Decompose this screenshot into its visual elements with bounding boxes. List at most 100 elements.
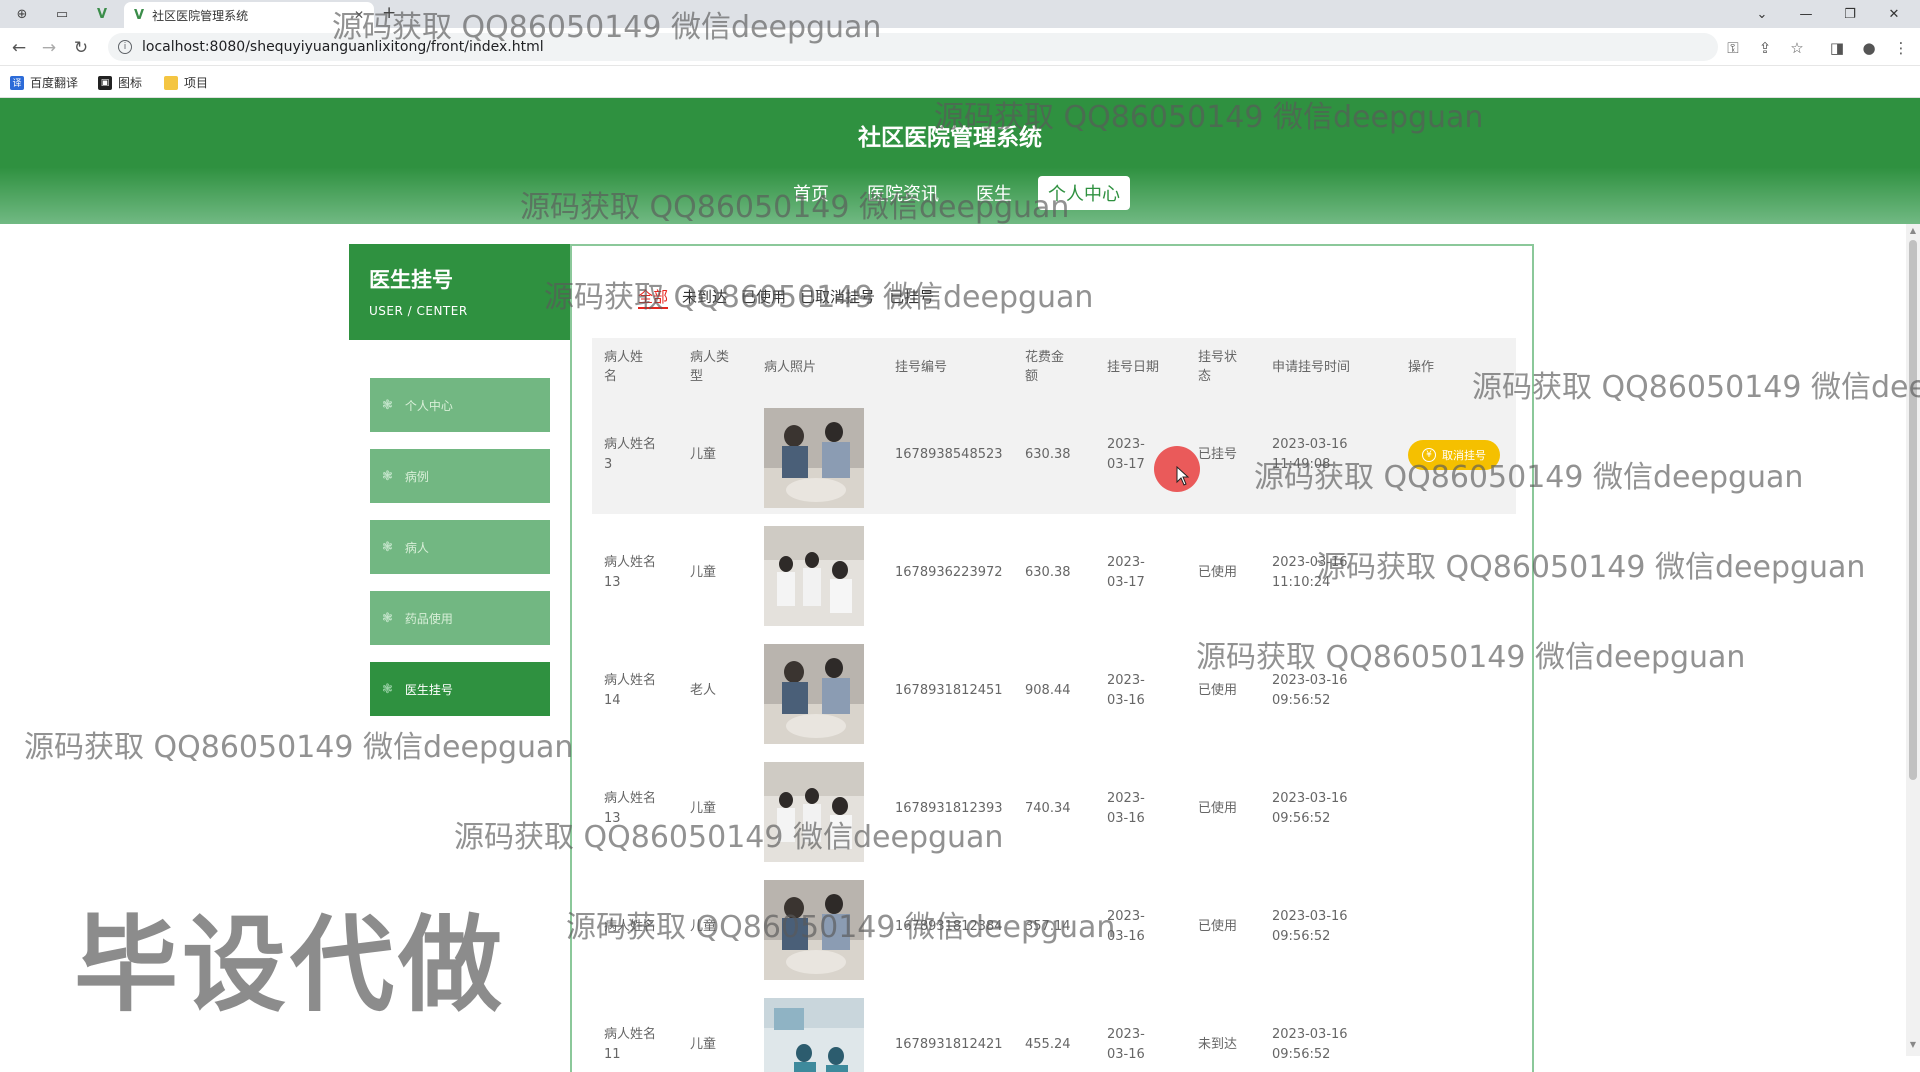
col-action: 操作 xyxy=(1408,359,1435,375)
cell-patient-name: 病人姓名3 xyxy=(604,437,657,472)
bookmark-star-icon[interactable]: ☆ xyxy=(1786,37,1808,59)
bookmark-icons[interactable]: ▣ 图标 xyxy=(98,74,142,91)
watermark-text: 源码获取 QQ86050149 微信deepguan xyxy=(24,730,574,765)
scroll-up-arrow-icon[interactable]: ▲ xyxy=(1908,226,1918,235)
back-icon[interactable]: ← xyxy=(8,37,30,59)
more-menu-icon[interactable]: ⋮ xyxy=(1890,37,1912,59)
site-info-icon[interactable]: i xyxy=(118,40,132,54)
bookmark-baidu-translate[interactable]: 译 百度翻译 xyxy=(10,74,78,91)
restore-window-icon[interactable]: ❐ xyxy=(1828,0,1872,28)
col-registration-number: 挂号编号 xyxy=(895,359,948,375)
sidebar-item-patients[interactable]: ❃ 病人 xyxy=(370,520,550,574)
table-header: 病人姓名 病人类型 病人照片 挂号编号 花费金额 挂号日期 挂号状态 申请挂号时… xyxy=(592,338,1516,396)
watermark-text: 源码获取 QQ86050149 微信deepguan xyxy=(566,910,1116,945)
cell-patient-type: 老人 xyxy=(690,683,717,698)
watermark-text: 源码获取 QQ86050149 微信deepguan xyxy=(1316,550,1866,585)
sidebar-item-label: 病例 xyxy=(404,469,429,484)
cell-patient-type: 儿童 xyxy=(690,1037,717,1052)
cell-cost: 455.24 xyxy=(1025,1037,1071,1052)
col-status: 挂号状态 xyxy=(1198,350,1238,384)
share-icon[interactable]: ⇪ xyxy=(1754,37,1776,59)
cell-patient-name: 病人姓名14 xyxy=(604,673,657,708)
forward-icon[interactable]: → xyxy=(38,37,60,59)
cell-cost: 630.38 xyxy=(1025,447,1071,462)
patient-photo xyxy=(764,998,864,1072)
cell-patient-name: 病人姓名11 xyxy=(604,1027,657,1062)
page-scrollbar-thumb[interactable] xyxy=(1909,240,1917,780)
cell-patient-type: 儿童 xyxy=(690,447,717,462)
sidebar-title: 医生挂号 xyxy=(369,268,453,292)
col-patient-photo: 病人照片 xyxy=(764,359,817,375)
cell-status: 已使用 xyxy=(1198,919,1238,934)
cell-cost: 908.44 xyxy=(1025,683,1071,698)
cell-status: 已使用 xyxy=(1198,565,1238,580)
side-panel-icon[interactable]: ◨ xyxy=(1826,37,1848,59)
cell-registration-date: 2023-03-16 xyxy=(1107,909,1145,944)
tab-search-icon[interactable]: ▭ xyxy=(52,4,72,24)
mouse-pointer-icon xyxy=(1176,466,1190,486)
sidebar-item-label: 医生挂号 xyxy=(404,682,453,697)
browser-tab-bar: ⊕ ▭ V V 社区医院管理系统 ✕ + ⌄ — ❐ ✕ xyxy=(0,0,1920,28)
folder-icon xyxy=(164,75,178,90)
leaf-icon: ❃ xyxy=(382,397,393,413)
sidebar-item-label: 个人中心 xyxy=(404,398,453,413)
leaf-icon: ❃ xyxy=(382,539,393,555)
cell-patient-name: 病人姓名13 xyxy=(604,555,657,590)
profile-icon[interactable]: ● xyxy=(1858,37,1880,59)
tab-list-chevron-icon[interactable]: ⌄ xyxy=(1740,0,1784,28)
cell-registration-number: 1678936223972 xyxy=(895,565,1003,580)
table-row: 病人姓名11 儿童 1678931812421 455.24 2023-03-1… xyxy=(592,986,1516,1072)
cell-applied-time: 2023-03-16 09:56:52 xyxy=(1272,1027,1348,1062)
col-applied-time: 申请挂号时间 xyxy=(1272,359,1351,375)
cell-registration-number: 1678931812421 xyxy=(895,1037,1003,1052)
cell-cost: 630.38 xyxy=(1025,565,1071,580)
cell-registration-date: 2023-03-17 xyxy=(1107,437,1145,472)
sidebar-item-drug-usage[interactable]: ❃ 药品使用 xyxy=(370,591,550,645)
leaf-icon: ❃ xyxy=(382,681,393,697)
sidebar-subtitle: USER / CENTER xyxy=(369,304,468,318)
cell-patient-type: 儿童 xyxy=(690,565,717,580)
sidebar-item-personal-center[interactable]: ❃ 个人中心 xyxy=(370,378,550,432)
tab-favicon-icon: V xyxy=(134,7,145,23)
close-window-icon[interactable]: ✕ xyxy=(1872,0,1916,28)
watermark-text: 源码获取 QQ86050149 微信deepguan xyxy=(454,820,1004,855)
watermark-text: 源码获取 QQ86050149 微信deepguan xyxy=(1196,640,1746,675)
leaf-icon: ❃ xyxy=(382,610,393,626)
reload-icon[interactable]: ↻ xyxy=(70,37,92,59)
cell-registration-date: 2023-03-16 xyxy=(1107,791,1145,826)
col-cost: 花费金额 xyxy=(1025,350,1065,384)
watermark-text: 源码获取 QQ86050149 微信deepguan xyxy=(520,190,1070,225)
image-icon: ▣ xyxy=(98,75,112,90)
watermark-text: 源码获取 QQ86050149 微信deepguan xyxy=(1472,370,1920,405)
vue-logo-icon: V xyxy=(96,6,108,22)
bookmark-label: 项目 xyxy=(184,76,209,90)
sidebar-item-doctor-registration[interactable]: ❃ 医生挂号 xyxy=(370,662,550,716)
patient-photo xyxy=(764,408,864,508)
bookmark-folder-projects[interactable]: 项目 xyxy=(164,74,208,91)
patient-photo xyxy=(764,644,864,744)
cell-status: 已挂号 xyxy=(1198,447,1238,462)
watermark-text: 源码获取 QQ86050149 微信deepguan xyxy=(1254,460,1804,495)
translate-icon: 译 xyxy=(10,75,24,90)
cell-registration-number: 1678938548523 xyxy=(895,447,1003,462)
browser-address-bar: ← → ↻ i localhost:8080/shequyiyuanguanli… xyxy=(0,28,1920,66)
col-patient-type: 病人类型 xyxy=(690,350,730,384)
col-patient-name: 病人姓名 xyxy=(604,350,644,384)
cell-registration-date: 2023-03-17 xyxy=(1107,555,1145,590)
cell-status: 已使用 xyxy=(1198,801,1238,816)
password-key-icon[interactable]: ⚿ xyxy=(1722,37,1744,59)
sidebar-item-cases[interactable]: ❃ 病例 xyxy=(370,449,550,503)
scroll-down-arrow-icon[interactable]: ▼ xyxy=(1908,1040,1918,1049)
sidebar-item-label: 药品使用 xyxy=(404,611,453,626)
cell-registration-date: 2023-03-16 xyxy=(1107,673,1145,708)
watermark-text: 源码获取 QQ86050149 微信deepguan xyxy=(934,100,1484,135)
sidebar-item-label: 病人 xyxy=(404,540,429,555)
col-registration-date: 挂号日期 xyxy=(1107,359,1160,375)
chrome-menu-icon[interactable]: ⊕ xyxy=(12,4,32,24)
minimize-window-icon[interactable]: — xyxy=(1784,0,1828,28)
cell-registration-number: 1678931812451 xyxy=(895,683,1003,698)
cell-registration-date: 2023-03-16 xyxy=(1107,1027,1145,1062)
bookmark-label: 图标 xyxy=(118,76,143,90)
leaf-icon: ❃ xyxy=(382,468,393,484)
watermark-big-text: 毕设代做 xyxy=(74,904,507,1026)
